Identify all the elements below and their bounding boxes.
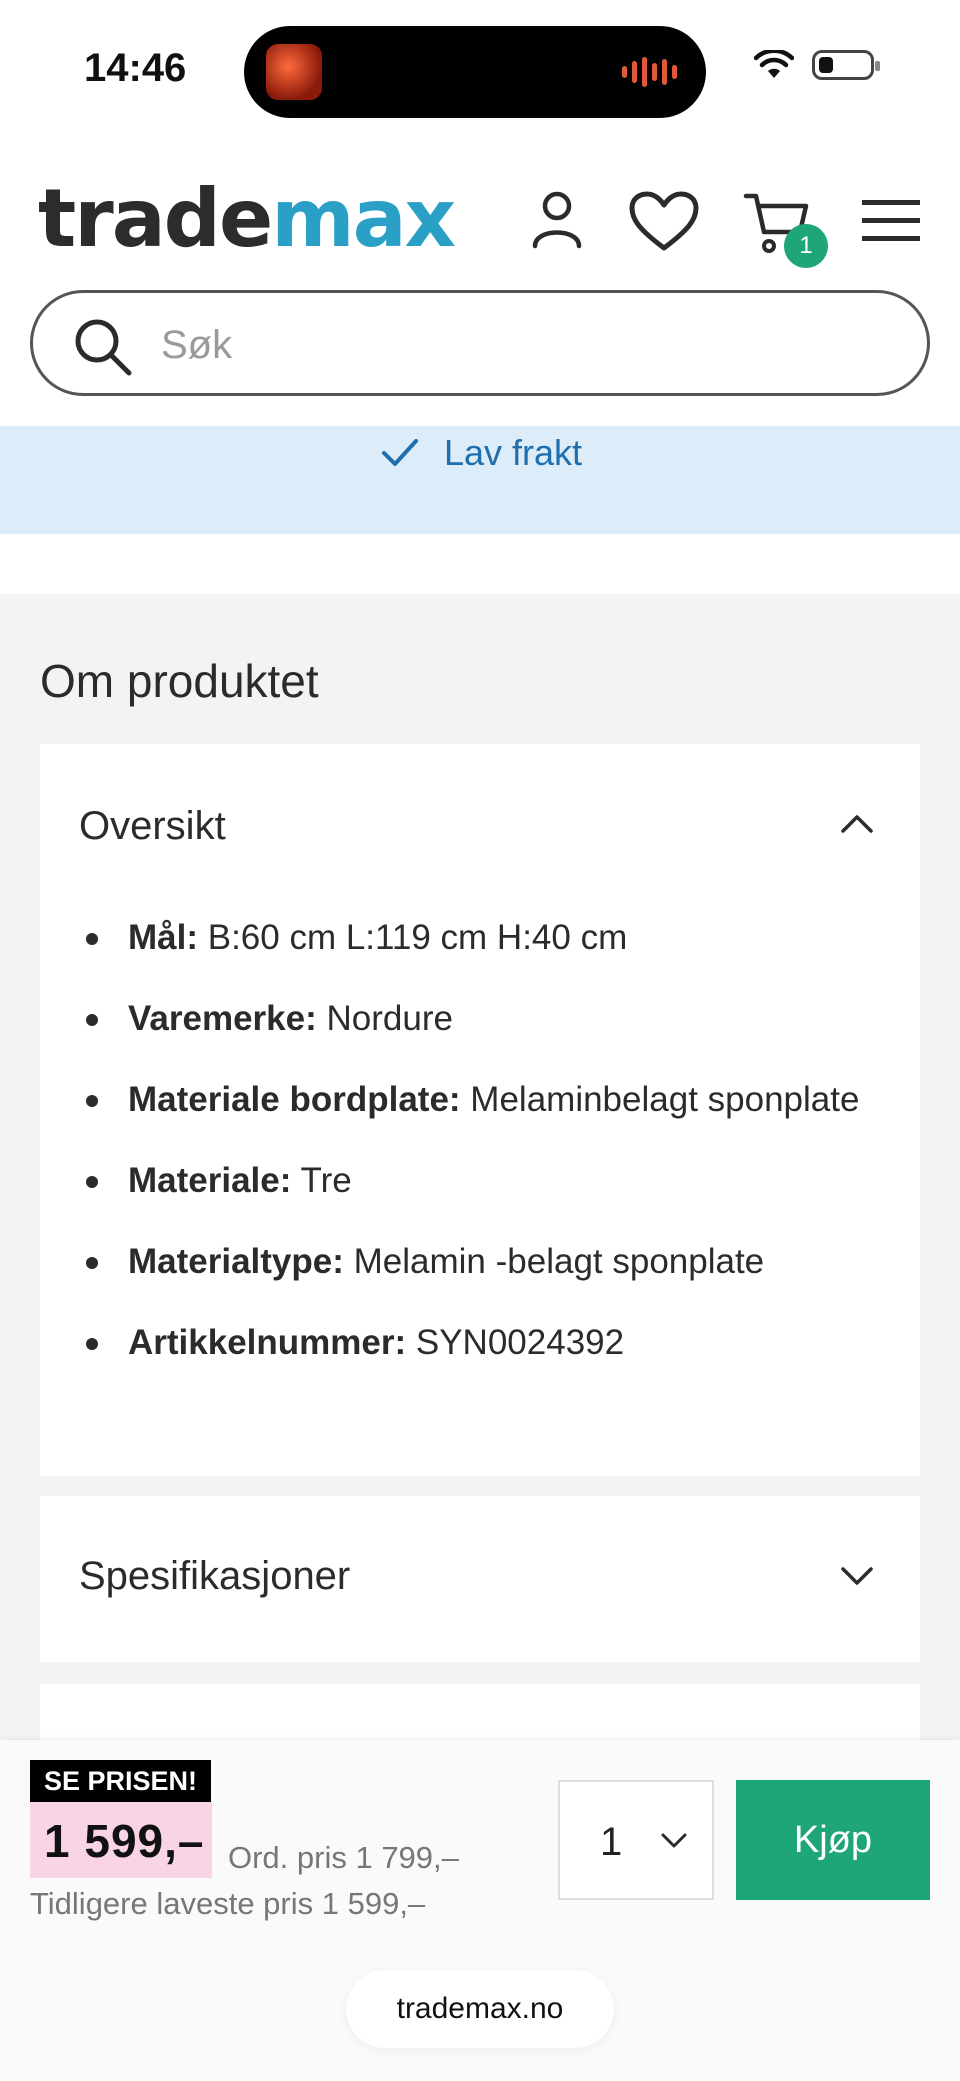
- specifications-accordion[interactable]: Spesifikasjoner: [40, 1496, 920, 1662]
- browser-url-bar[interactable]: trademax.no: [346, 1970, 614, 2048]
- overview-header[interactable]: Oversikt: [40, 744, 920, 894]
- chevron-up-icon[interactable]: [840, 814, 874, 834]
- user-account-icon[interactable]: [528, 188, 586, 252]
- next-accordion[interactable]: [40, 1684, 920, 1744]
- previous-lowest-price: Tidligere laveste pris 1 599,–: [30, 1886, 426, 1921]
- battery-icon: [812, 50, 880, 80]
- specifications-title: Spesifikasjoner: [79, 1554, 351, 1598]
- menu-icon[interactable]: [860, 196, 922, 246]
- search-bar[interactable]: [30, 290, 930, 396]
- spacer: [0, 534, 960, 594]
- list-item: Materiale bordplate: Melaminbelagt sponp…: [86, 1074, 888, 1125]
- promo-badge: SE PRISEN!: [30, 1760, 212, 1802]
- shipping-text: Lav frakt: [444, 432, 583, 473]
- search-input[interactable]: [161, 317, 861, 373]
- overview-accordion: Oversikt Mål: B:60 cm L:119 cm H:40 cm V…: [40, 744, 920, 1476]
- price-box: 1 599,–: [30, 1802, 212, 1878]
- overview-list: Mål: B:60 cm L:119 cm H:40 cm Varemerke:…: [86, 912, 888, 1398]
- site-header: trademax 1: [0, 130, 960, 426]
- status-time: 14:46: [84, 46, 187, 90]
- shipping-banner: Lav frakt: [0, 426, 960, 534]
- current-price: 1 599,–: [44, 1815, 205, 1867]
- search-icon[interactable]: [71, 315, 135, 379]
- status-bar: 14:46: [0, 0, 960, 130]
- chevron-down-icon[interactable]: [840, 1566, 874, 1586]
- cart-count-badge: 1: [784, 224, 828, 268]
- quantity-select[interactable]: 1: [558, 1780, 714, 1900]
- now-playing-artwork: [266, 44, 322, 100]
- list-item: Varemerke: Nordure: [86, 993, 888, 1044]
- dynamic-island[interactable]: [244, 26, 706, 118]
- status-indicators: [754, 50, 880, 80]
- checkmark-icon: [382, 439, 418, 466]
- section-title: Om produktet: [40, 655, 319, 707]
- list-item: Materiale: Tre: [86, 1155, 888, 1206]
- quantity-value: 1: [600, 1820, 623, 1864]
- audio-waveform-icon: [622, 56, 682, 88]
- overview-title: Oversikt: [79, 804, 226, 848]
- chevron-down-icon: [661, 1833, 687, 1848]
- wifi-icon: [754, 50, 794, 78]
- list-item: Artikkelnummer: SYN0024392: [86, 1317, 888, 1368]
- ordinary-price: Ord. pris 1 799,–: [228, 1840, 459, 1875]
- list-item: Mål: B:60 cm L:119 cm H:40 cm: [86, 912, 888, 963]
- heart-icon[interactable]: [628, 190, 700, 252]
- list-item: Materialtype: Melamin -belagt sponplate: [86, 1236, 888, 1287]
- buy-button[interactable]: Kjøp: [736, 1780, 930, 1900]
